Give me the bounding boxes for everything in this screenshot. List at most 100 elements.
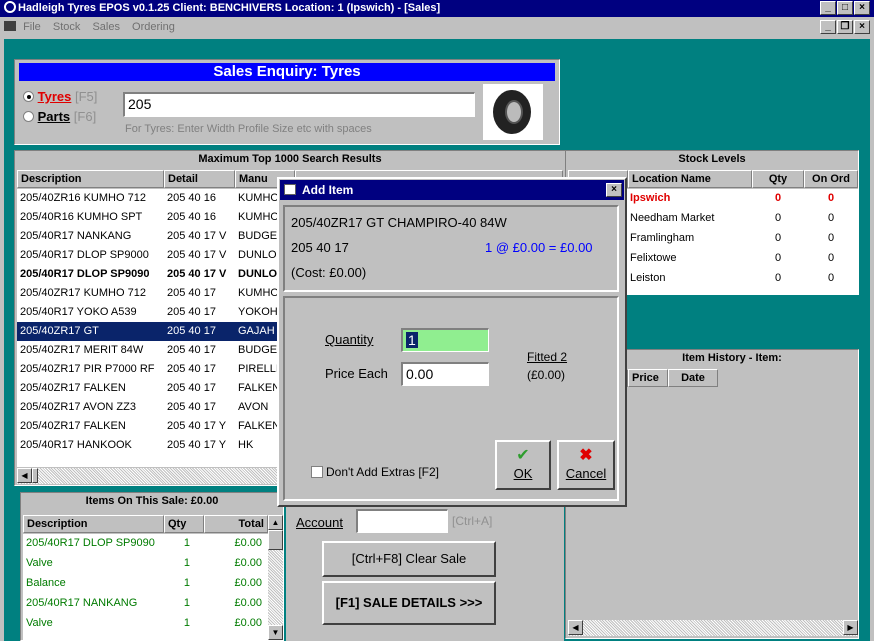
sale-item-total: £0.00: [234, 557, 262, 569]
child-restore-button[interactable]: ❐: [837, 20, 853, 34]
sale-item-description: 205/40R17 DLOP SP9090: [26, 537, 155, 549]
stock-qty: 0: [774, 212, 782, 224]
cross-icon: ✖: [579, 447, 593, 464]
stock-on-ord: 0: [827, 212, 835, 224]
stock-column-on-order[interactable]: On Ord: [804, 170, 858, 188]
search-hint: For Tyres: Enter Width Profile Size etc …: [125, 123, 372, 135]
sale-scroll-thumb[interactable]: [268, 530, 283, 550]
child-close-button[interactable]: ×: [854, 20, 870, 34]
scroll-thumb[interactable]: [32, 468, 38, 483]
stock-qty: 0: [774, 232, 782, 244]
sale-column-total[interactable]: Total: [204, 515, 268, 533]
parts-label: Parts: [37, 109, 71, 124]
stock-on-ord: 0: [827, 252, 835, 264]
sale-item-total: £0.00: [234, 617, 262, 629]
dialog-title-bar: Add Item ×: [280, 180, 624, 200]
price-input[interactable]: 0.00: [401, 362, 489, 386]
sale-details-button[interactable]: [F1] SALE DETAILS >>>: [322, 581, 496, 625]
result-description: 205/40R17 HANKOOK: [20, 439, 132, 451]
sale-vertical-scrollbar[interactable]: ▲ ▼: [268, 515, 283, 640]
result-description: 205/40ZR16 KUMHO 712: [20, 192, 146, 204]
search-input[interactable]: 205: [123, 92, 475, 117]
cancel-button[interactable]: ✖ Cancel: [557, 440, 615, 490]
result-detail: 205 40 17 V: [167, 249, 227, 261]
clear-sale-button[interactable]: [Ctrl+F8] Clear Sale: [322, 541, 496, 577]
column-description[interactable]: Description: [17, 170, 164, 188]
item-size: 205 40 17: [291, 240, 349, 255]
result-description: 205/40R17 DLOP SP9000: [20, 249, 149, 261]
stock-column-qty[interactable]: Qty: [752, 170, 804, 188]
quantity-input[interactable]: 1: [401, 328, 489, 352]
sale-item-qty: 1: [183, 597, 190, 609]
history-column-price[interactable]: Price: [628, 369, 668, 387]
search-logo-icon: [4, 1, 16, 13]
sales-enquiry-panel: Sales Enquiry: Tyres Tyres [F5] Parts [F…: [14, 59, 560, 145]
sale-item-qty: 1: [183, 577, 190, 589]
sale-item-qty: 1: [183, 617, 190, 629]
result-detail: 205 40 17: [167, 306, 216, 318]
sale-item-row[interactable]: 205/40R17 NANKANG 1 £0.00: [23, 594, 268, 614]
dialog-app-icon: [284, 184, 296, 195]
result-detail: 205 40 17: [167, 344, 216, 356]
dialog-close-button[interactable]: ×: [606, 183, 622, 197]
maximize-button[interactable]: □: [837, 1, 853, 15]
result-detail: 205 40 17 V: [167, 230, 227, 242]
menu-file[interactable]: File: [23, 21, 41, 33]
result-description: 205/40R17 YOKO A539: [20, 306, 137, 318]
dont-add-extras-checkbox[interactable]: Don't Add Extras [F2]: [311, 465, 439, 479]
scroll-down-icon[interactable]: ▼: [268, 625, 283, 640]
result-description: 205/40ZR17 FALKEN: [20, 420, 126, 432]
result-detail: 205 40 17: [167, 363, 216, 375]
stock-location: Ipswich: [630, 192, 671, 204]
result-detail: 205 40 17: [167, 287, 216, 299]
sale-column-description[interactable]: Description: [23, 515, 164, 533]
sale-item-row[interactable]: Valve 1 £0.00: [23, 614, 268, 634]
result-detail: 205 40 17 V: [167, 268, 227, 280]
history-scroll-right-icon[interactable]: ▶: [843, 620, 858, 635]
menu-sales[interactable]: Sales: [92, 21, 120, 33]
account-input[interactable]: [356, 509, 448, 533]
ok-button[interactable]: ✔ OK: [495, 440, 551, 490]
result-description: 205/40ZR17 KUMHO 712: [20, 287, 146, 299]
stock-on-ord: 0: [827, 232, 835, 244]
sale-item-row[interactable]: Valve 1 £0.00: [23, 554, 268, 574]
menu-bar: File Stock Sales Ordering _ ❐ ×: [0, 17, 874, 37]
result-description: 205/40ZR17 PIR P7000 RF: [20, 363, 155, 375]
dialog-title: Add Item: [302, 183, 354, 197]
close-button[interactable]: ×: [854, 1, 870, 15]
child-minimize-button[interactable]: _: [820, 20, 836, 34]
history-horizontal-scrollbar[interactable]: ◀ ▶: [568, 620, 858, 636]
tyres-label: Tyres: [37, 89, 72, 104]
dont-add-extras-label: Don't Add Extras [F2]: [326, 465, 440, 479]
window-title: Hadleigh Tyres EPOS v0.1.25 Client: BENC…: [18, 2, 441, 14]
scroll-up-icon[interactable]: ▲: [268, 515, 283, 530]
sale-item-description: Valve: [26, 617, 53, 629]
result-detail: 205 40 17 Y: [167, 420, 227, 432]
column-detail[interactable]: Detail: [164, 170, 235, 188]
history-column-date[interactable]: Date: [668, 369, 718, 387]
enquiry-title: Sales Enquiry: Tyres: [19, 63, 555, 81]
sale-item-total: £0.00: [234, 577, 262, 589]
result-description: 205/40R17 NANKANG: [20, 230, 132, 242]
sale-items-title: Items On This Sale: £0.00: [21, 493, 283, 510]
sale-item-qty: 1: [183, 537, 190, 549]
sale-items-list: 205/40R17 DLOP SP9090 1 £0.00 Valve 1 £0.00 Ba…: [23, 534, 268, 640]
app-title-bar: Hadleigh Tyres EPOS v0.1.25 Client: BENC…: [0, 0, 874, 17]
sale-items-panel: Items On This Sale: £0.00 Description Qt…: [20, 492, 284, 641]
sale-item-row[interactable]: 205/40R17 DLOP SP9090 1 £0.00: [23, 534, 268, 554]
scroll-left-icon[interactable]: ◀: [17, 468, 32, 483]
menu-stock[interactable]: Stock: [53, 21, 81, 33]
sale-item-row[interactable]: Balance 1 £0.00: [23, 574, 268, 594]
sale-column-qty[interactable]: Qty: [164, 515, 204, 533]
stock-on-ord: 0: [827, 192, 835, 204]
account-label: Account: [296, 515, 343, 530]
minimize-button[interactable]: _: [820, 1, 836, 15]
result-description: 205/40R16 KUMHO SPT: [20, 211, 143, 223]
stock-location: Leiston: [630, 272, 666, 284]
stock-column-location[interactable]: Location Name: [628, 170, 752, 188]
tyres-radio[interactable]: Tyres [F5]: [23, 89, 97, 104]
menu-ordering[interactable]: Ordering: [132, 21, 175, 33]
history-scroll-left-icon[interactable]: ◀: [568, 620, 583, 635]
dialog-item-info: 205/40ZR17 GT CHAMPIRO-40 84W 205 40 17 …: [283, 205, 619, 292]
parts-radio[interactable]: Parts [F6]: [23, 109, 96, 124]
